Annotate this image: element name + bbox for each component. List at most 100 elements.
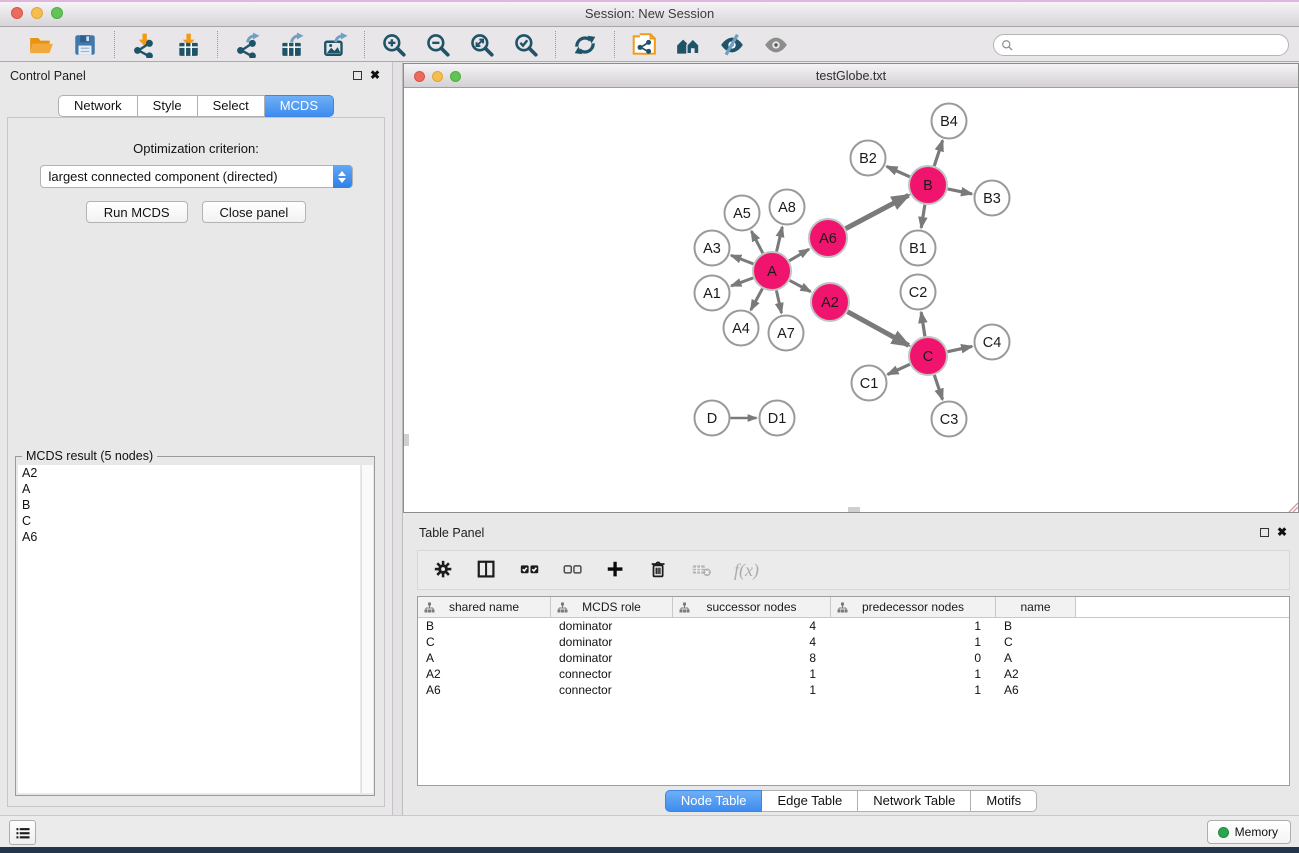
mcds-result-item[interactable]: C <box>18 513 360 529</box>
table-cell[interactable]: A2 <box>418 667 551 681</box>
apply-layout-button[interactable] <box>571 31 599 59</box>
close-table-panel-icon[interactable]: ✖ <box>1277 524 1287 540</box>
delete-column-button[interactable] <box>648 557 670 583</box>
edge-A-A8[interactable] <box>777 227 783 252</box>
table-row[interactable]: A2connector11A2 <box>418 666 1289 682</box>
table-cell[interactable]: 1 <box>831 667 996 681</box>
table-cell[interactable]: dominator <box>551 651 673 665</box>
save-session-button[interactable] <box>71 31 99 59</box>
table-cell[interactable]: dominator <box>551 619 673 633</box>
run-mcds-button[interactable]: Run MCDS <box>86 201 188 223</box>
show-all-button[interactable] <box>762 31 790 59</box>
column-header-MCDS-role[interactable]: MCDS role <box>551 597 673 617</box>
node-B1[interactable]: B1 <box>901 231 936 266</box>
create-column-button[interactable] <box>605 557 627 583</box>
network-canvas[interactable]: AA1A2A3A4A5A6A7A8BB1B2B3B4CC1C2C3C4DD1 <box>404 88 1298 512</box>
close-network-window-button[interactable] <box>414 71 425 82</box>
table-row[interactable]: Adominator80A <box>418 650 1289 666</box>
edge-B-B2[interactable] <box>887 166 910 176</box>
mcds-result-list[interactable]: A2ABCA6 <box>18 465 360 793</box>
node-A3[interactable]: A3 <box>695 231 730 266</box>
vertical-scroll-hint[interactable] <box>404 434 409 446</box>
zoom-in-button[interactable] <box>380 31 408 59</box>
zoom-window-button[interactable] <box>51 7 63 19</box>
node-B[interactable]: B <box>909 166 947 204</box>
table-cell[interactable]: 4 <box>673 619 831 633</box>
table-cell[interactable]: 1 <box>831 619 996 633</box>
node-A1[interactable]: A1 <box>695 276 730 311</box>
import-network-button[interactable] <box>130 31 158 59</box>
node-A5[interactable]: A5 <box>725 196 760 231</box>
network-graph[interactable]: AA1A2A3A4A5A6A7A8BB1B2B3B4CC1C2C3C4DD1 <box>404 88 1298 512</box>
node-A2[interactable]: A2 <box>811 283 849 321</box>
edge-C-C2[interactable] <box>921 312 925 336</box>
import-table-button[interactable] <box>174 31 202 59</box>
mcds-result-item[interactable]: A <box>18 481 360 497</box>
tab-style[interactable]: Style <box>138 95 198 117</box>
mcds-result-item[interactable]: A6 <box>18 529 360 545</box>
task-history-button[interactable] <box>9 820 36 845</box>
mcds-result-item[interactable]: B <box>18 497 360 513</box>
table-cell[interactable]: A6 <box>996 683 1076 697</box>
tab-select[interactable]: Select <box>198 95 265 117</box>
close-panel-button[interactable]: Close panel <box>202 201 307 223</box>
edge-A6-B[interactable] <box>846 195 909 228</box>
edge-A-A2[interactable] <box>790 280 811 291</box>
edge-B-B3[interactable] <box>948 189 972 194</box>
zoom-fit-button[interactable] <box>468 31 496 59</box>
table-row[interactable]: Bdominator41B <box>418 618 1289 634</box>
open-session-button[interactable] <box>27 31 55 59</box>
node-D[interactable]: D <box>695 401 730 436</box>
table-cell[interactable]: 0 <box>831 651 996 665</box>
edge-A-A1[interactable] <box>731 278 753 286</box>
node-A[interactable]: A <box>753 252 791 290</box>
column-header-shared-name[interactable]: shared name <box>418 597 551 617</box>
table-row[interactable]: Cdominator41C <box>418 634 1289 650</box>
column-header-name[interactable]: name <box>996 597 1076 617</box>
tab-edge-table[interactable]: Edge Table <box>762 790 858 812</box>
node-C3[interactable]: C3 <box>932 402 967 437</box>
tab-network-table[interactable]: Network Table <box>858 790 971 812</box>
horizontal-scroll-hint[interactable] <box>848 507 860 512</box>
node-B2[interactable]: B2 <box>851 141 886 176</box>
zoom-network-window-button[interactable] <box>450 71 461 82</box>
new-network-from-selection-button[interactable] <box>630 31 658 59</box>
memory-button[interactable]: Memory <box>1207 820 1291 844</box>
table-cell[interactable]: 8 <box>673 651 831 665</box>
node-C4[interactable]: C4 <box>975 325 1010 360</box>
criterion-select[interactable]: largest connected component (directed) <box>40 165 353 188</box>
table-cell[interactable]: A <box>996 651 1076 665</box>
mcds-result-item[interactable]: A2 <box>18 465 360 481</box>
search-input[interactable] <box>1014 36 1288 54</box>
table-cell[interactable]: A <box>418 651 551 665</box>
edge-B-B4[interactable] <box>934 140 942 166</box>
node-B3[interactable]: B3 <box>975 181 1010 216</box>
node-A7[interactable]: A7 <box>769 316 804 351</box>
table-cell[interactable]: B <box>996 619 1076 633</box>
node-D1[interactable]: D1 <box>760 401 795 436</box>
minimize-network-window-button[interactable] <box>432 71 443 82</box>
node-A6[interactable]: A6 <box>809 219 847 257</box>
edge-C-C3[interactable] <box>934 375 942 400</box>
table-cell[interactable]: A2 <box>996 667 1076 681</box>
tab-node-table[interactable]: Node Table <box>665 790 763 812</box>
node-C[interactable]: C <box>909 337 947 375</box>
export-network-button[interactable] <box>233 31 261 59</box>
table-cell[interactable]: A6 <box>418 683 551 697</box>
hide-selected-button[interactable] <box>718 31 746 59</box>
float-panel-icon[interactable] <box>353 71 362 80</box>
float-table-panel-icon[interactable] <box>1260 528 1269 537</box>
edge-A-A7[interactable] <box>776 291 781 313</box>
table-cell[interactable]: C <box>996 635 1076 649</box>
zoom-selected-button[interactable] <box>512 31 540 59</box>
edge-C-C1[interactable] <box>888 364 910 374</box>
deselect-all-columns-button[interactable] <box>562 557 584 583</box>
close-window-button[interactable] <box>11 7 23 19</box>
close-panel-icon[interactable]: ✖ <box>370 67 380 83</box>
zoom-out-button[interactable] <box>424 31 452 59</box>
first-neighbors-button[interactable] <box>674 31 702 59</box>
edge-A-A4[interactable] <box>751 289 763 310</box>
edge-A2-C[interactable] <box>848 312 909 346</box>
edge-A-A6[interactable] <box>789 249 809 261</box>
table-cell[interactable]: connector <box>551 683 673 697</box>
